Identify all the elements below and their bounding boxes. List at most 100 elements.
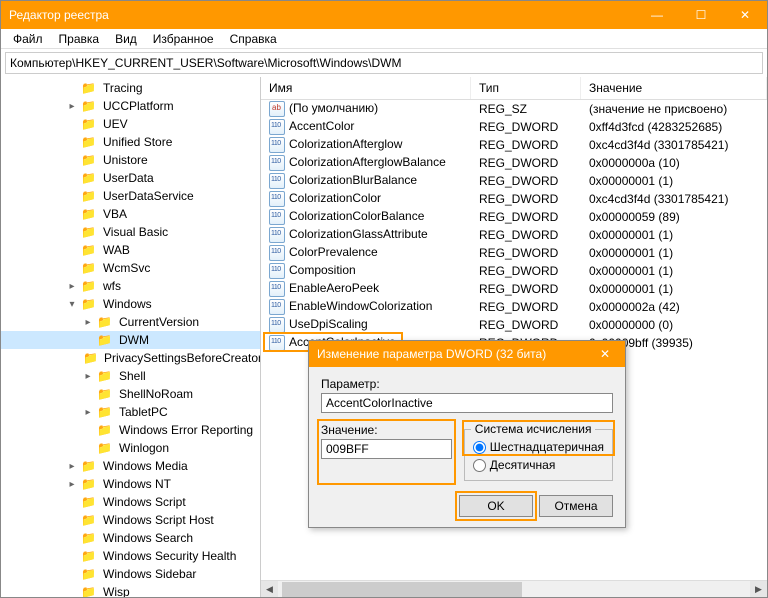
tree-item-label: Wisp	[101, 585, 132, 597]
tree-item-label: Windows Search	[101, 531, 195, 545]
value-row[interactable]: ColorizationColorBalanceREG_DWORD0x00000…	[261, 208, 767, 226]
value-row[interactable]: EnableWindowColorizationREG_DWORD0x00000…	[261, 298, 767, 316]
tree-item-userdata[interactable]: UserData	[1, 169, 260, 187]
value-row[interactable]: ColorizationGlassAttributeREG_DWORD0x000…	[261, 226, 767, 244]
hex-radio[interactable]	[473, 441, 486, 454]
tree-item-wisp[interactable]: Wisp	[1, 583, 260, 597]
tree-toggle-icon[interactable]: ▾	[65, 297, 79, 311]
tree-item-label: CurrentVersion	[117, 315, 201, 329]
cancel-button[interactable]: Отмена	[539, 495, 613, 517]
value-row[interactable]: ColorizationAfterglowREG_DWORD0xc4cd3f4d…	[261, 136, 767, 154]
folder-icon	[81, 567, 97, 581]
value-row[interactable]: EnableAeroPeekREG_DWORD0x00000001 (1)	[261, 280, 767, 298]
value-row[interactable]: ColorizationColorREG_DWORD0xc4cd3f4d (33…	[261, 190, 767, 208]
tree-item-label: ShellNoRoam	[117, 387, 195, 401]
value-data: 0xc4cd3f4d (3301785421)	[581, 192, 767, 206]
value-name: ColorizationBlurBalance	[289, 173, 417, 187]
value-row[interactable]: AccentColorREG_DWORD0xff4d3fcd (42832526…	[261, 118, 767, 136]
tree-item-vba[interactable]: VBA	[1, 205, 260, 223]
tree-item-windows-security-health[interactable]: Windows Security Health	[1, 547, 260, 565]
value-row[interactable]: ColorizationAfterglowBalanceREG_DWORD0x0…	[261, 154, 767, 172]
folder-icon	[81, 585, 97, 597]
tree-toggle-icon	[65, 261, 79, 275]
ok-button[interactable]: OK	[459, 495, 533, 517]
tree-item-wfs[interactable]: ▸wfs	[1, 277, 260, 295]
folder-icon	[81, 549, 97, 563]
tree-pane[interactable]: Tracing▸UCCPlatform UEV Unified Store Unist…	[1, 77, 261, 597]
tree-item-uev[interactable]: UEV	[1, 115, 260, 133]
value-row[interactable]: ColorizationBlurBalanceREG_DWORD0x000000…	[261, 172, 767, 190]
minimize-button[interactable]: —	[635, 1, 679, 29]
scroll-right-icon[interactable]: ▶	[750, 581, 767, 598]
tree-toggle-icon[interactable]: ▸	[81, 369, 95, 383]
dialog-close-button[interactable]: ✕	[585, 341, 625, 367]
tree-toggle-icon[interactable]: ▸	[65, 459, 79, 473]
tree-item-visual-basic[interactable]: Visual Basic	[1, 223, 260, 241]
tree-item-windows-script-host[interactable]: Windows Script Host	[1, 511, 260, 529]
scroll-left-icon[interactable]: ◀	[261, 581, 278, 598]
tree-item-label: Unified Store	[101, 135, 174, 149]
tree-item-windows-error-reporting[interactable]: Windows Error Reporting	[1, 421, 260, 439]
tree-toggle-icon[interactable]: ▸	[65, 477, 79, 491]
tree-toggle-icon[interactable]: ▸	[65, 279, 79, 293]
tree-item-windows-script[interactable]: Windows Script	[1, 493, 260, 511]
tree-item-tabletpc[interactable]: ▸TabletPC	[1, 403, 260, 421]
tree-item-windows-sidebar[interactable]: Windows Sidebar	[1, 565, 260, 583]
list-scroll-thumb[interactable]	[282, 582, 522, 597]
value-data: 0x00000059 (89)	[581, 210, 767, 224]
tree-item-wcmsvc[interactable]: WcmSvc	[1, 259, 260, 277]
tree-toggle-icon[interactable]: ▸	[65, 99, 79, 113]
tree-toggle-icon[interactable]: ▸	[81, 315, 95, 329]
maximize-button[interactable]: ☐	[679, 1, 723, 29]
tree-item-wab[interactable]: WAB	[1, 241, 260, 259]
tree-item-shellnoroam[interactable]: ShellNoRoam	[1, 385, 260, 403]
tree-item-label: Unistore	[101, 153, 150, 167]
value-row[interactable]: CompositionREG_DWORD0x00000001 (1)	[261, 262, 767, 280]
tree-item-uccplatform[interactable]: ▸UCCPlatform	[1, 97, 260, 115]
tree-item-windows-nt[interactable]: ▸Windows NT	[1, 475, 260, 493]
tree-item-label: Visual Basic	[101, 225, 170, 239]
value-data: 0x00000000 (0)	[581, 318, 767, 332]
tree-item-shell[interactable]: ▸Shell	[1, 367, 260, 385]
tree-item-label: UserData	[101, 171, 156, 185]
menu-favorites[interactable]: Избранное	[145, 30, 222, 48]
tree-item-label: PrivacySettingsBeforeCreator	[102, 351, 261, 365]
tree-item-label: UEV	[101, 117, 130, 131]
col-type[interactable]: Тип	[471, 77, 581, 99]
tree-item-userdataservice[interactable]: UserDataService	[1, 187, 260, 205]
tree-toggle-icon	[81, 423, 95, 437]
value-type: REG_DWORD	[471, 192, 581, 206]
tree-item-currentversion[interactable]: ▸ CurrentVersion	[1, 313, 260, 331]
tree-item-unified-store[interactable]: Unified Store	[1, 133, 260, 151]
tree-toggle-icon	[65, 495, 79, 509]
tree-item-tracing[interactable]: Tracing	[1, 79, 260, 97]
value-type: REG_DWORD	[471, 300, 581, 314]
value-row[interactable]: ColorPrevalenceREG_DWORD0x00000001 (1)	[261, 244, 767, 262]
tree-item-windows-media[interactable]: ▸Windows Media	[1, 457, 260, 475]
value-name: ColorPrevalence	[289, 245, 378, 259]
address-bar[interactable]: Компьютер\HKEY_CURRENT_USER\Software\Mic…	[5, 52, 763, 74]
menu-help[interactable]: Справка	[222, 30, 285, 48]
tree-item-privacysettingsbeforecreator[interactable]: PrivacySettingsBeforeCreator	[1, 349, 260, 367]
tree-item-windows[interactable]: ▾Windows	[1, 295, 260, 313]
value-row[interactable]: (По умолчанию)REG_SZ(значение не присвое…	[261, 100, 767, 118]
folder-icon	[97, 315, 113, 329]
col-name[interactable]: Имя	[261, 77, 471, 99]
dec-radio[interactable]	[473, 459, 486, 472]
menu-file[interactable]: Файл	[5, 30, 51, 48]
value-input[interactable]	[321, 439, 452, 459]
close-button[interactable]: ✕	[723, 1, 767, 29]
tree-item-windows-search[interactable]: Windows Search	[1, 529, 260, 547]
tree-toggle-icon[interactable]: ▸	[81, 405, 95, 419]
menu-view[interactable]: Вид	[107, 30, 145, 48]
tree-item-dwm[interactable]: DWM	[1, 331, 260, 349]
menu-edit[interactable]: Правка	[51, 30, 108, 48]
tree-item-winlogon[interactable]: Winlogon	[1, 439, 260, 457]
param-input[interactable]	[321, 393, 613, 413]
value-row[interactable]: UseDpiScalingREG_DWORD0x00000000 (0)	[261, 316, 767, 334]
col-value[interactable]: Значение	[581, 77, 767, 99]
value-type: REG_SZ	[471, 102, 581, 116]
list-scrollbar-h[interactable]: ◀ ▶	[261, 580, 767, 597]
hex-label: Шестнадцатеричная	[490, 440, 604, 454]
tree-item-unistore[interactable]: Unistore	[1, 151, 260, 169]
